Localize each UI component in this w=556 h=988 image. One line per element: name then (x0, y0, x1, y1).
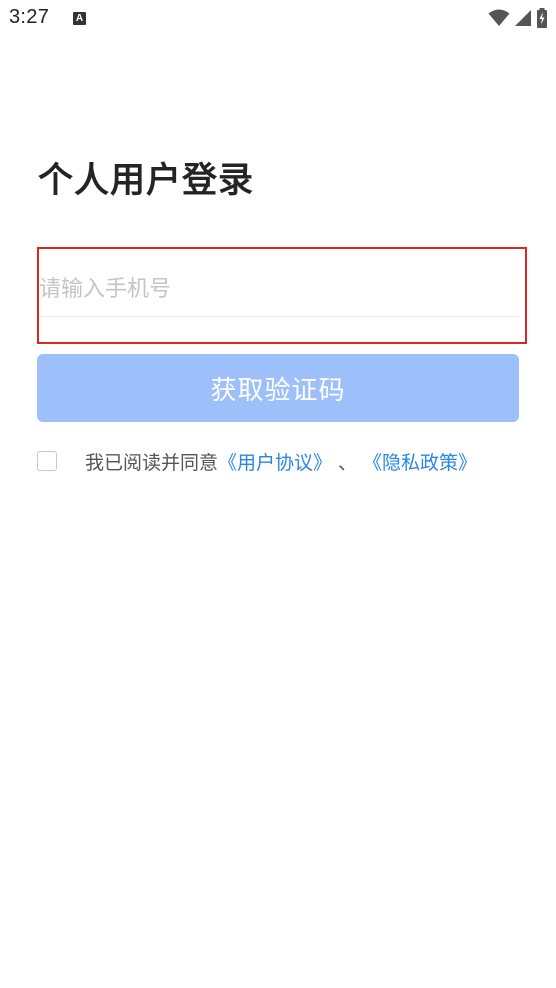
battery-charging-icon (537, 8, 547, 28)
agreement-separator: 、 (338, 451, 358, 474)
phone-input[interactable] (39, 263, 517, 315)
phone-field-container (37, 247, 527, 344)
get-code-button[interactable]: 获取验证码 (37, 354, 519, 422)
agreement-checkbox[interactable] (37, 451, 57, 471)
user-agreement-link[interactable]: 《用户协议》 (218, 448, 332, 475)
status-time: 3:27 (9, 6, 50, 28)
phone-underline (39, 316, 519, 317)
wifi-icon (488, 9, 510, 26)
agreement-row: 我已阅读并同意 《用户协议》 、 《隐私政策》 (37, 447, 477, 475)
agreement-prefix: 我已阅读并同意 (85, 451, 219, 474)
privacy-policy-link[interactable]: 《隐私政策》 (363, 448, 477, 475)
page-title: 个人用户登录 (38, 161, 255, 201)
a-icon: A (73, 12, 86, 25)
status-icons (488, 8, 548, 28)
status-bar: 3:27 A (0, 0, 556, 38)
signal-icon (515, 10, 531, 26)
